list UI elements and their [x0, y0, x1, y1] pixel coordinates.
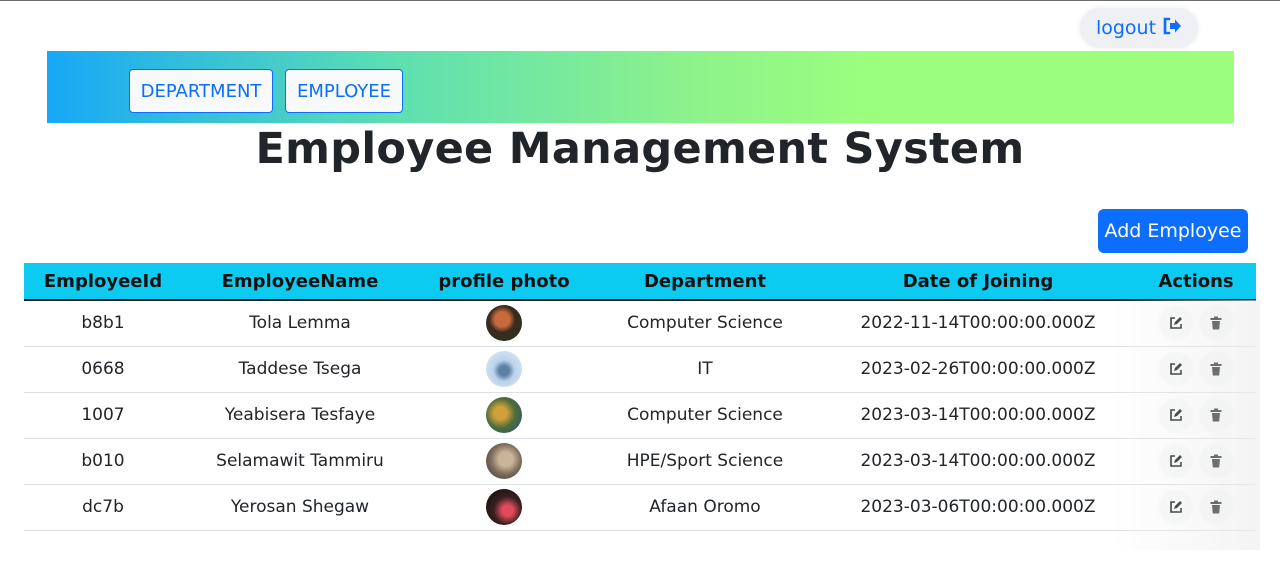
- cell-profile-photo: [418, 392, 590, 439]
- avatar: [486, 305, 522, 342]
- delete-button[interactable]: [1200, 445, 1232, 477]
- column-header-profile-photo: profile photo: [438, 270, 570, 292]
- cell-date-of-joining: 2023-03-06T00:00:00.000Z: [820, 484, 1136, 531]
- trash-icon: [1210, 454, 1222, 468]
- column-header-department: Department: [643, 270, 767, 292]
- nav-department-button[interactable]: DEPARTMENT: [129, 69, 273, 113]
- edit-button[interactable]: [1160, 445, 1192, 477]
- add-employee-button[interactable]: Add Employee: [1098, 209, 1248, 253]
- cell-department: Afaan Oromo: [590, 484, 820, 531]
- cell-employee-name: Yeabisera Tesfaye: [182, 392, 418, 439]
- avatar: [486, 397, 522, 433]
- cell-department: Computer Science: [590, 300, 820, 347]
- table-row: 1007 Yeabisera Tesfaye Computer Science …: [24, 392, 1256, 439]
- column-header-actions: Actions: [1158, 270, 1234, 292]
- cell-employee-name: Tola Lemma: [182, 300, 418, 347]
- table-row: b010 Selamawit Tammiru HPE/Sport Science…: [24, 438, 1256, 485]
- avatar: [486, 443, 522, 479]
- cell-date-of-joining: 2023-03-14T00:00:00.000Z: [820, 392, 1136, 439]
- edit-icon: [1170, 363, 1182, 375]
- table-row: b8b1 Tola Lemma Computer Science 2022-11…: [24, 300, 1256, 347]
- edit-icon: [1170, 501, 1182, 513]
- cell-profile-photo: [418, 438, 590, 485]
- employee-table: EmployeeId EmployeeName profile photo De…: [24, 263, 1256, 531]
- column-header-employee-id: EmployeeId: [43, 270, 163, 292]
- delete-button[interactable]: [1200, 353, 1232, 385]
- edit-icon: [1170, 455, 1182, 467]
- delete-button[interactable]: [1200, 399, 1232, 431]
- delete-button[interactable]: [1200, 307, 1232, 340]
- cell-employee-id: b8b1: [24, 300, 182, 347]
- trash-icon: [1210, 316, 1222, 330]
- cell-profile-photo: [418, 346, 590, 393]
- cell-date-of-joining: 2023-03-14T00:00:00.000Z: [820, 438, 1136, 485]
- cell-profile-photo: [418, 300, 590, 347]
- delete-button[interactable]: [1200, 491, 1232, 523]
- cell-department: Computer Science: [590, 392, 820, 439]
- cell-employee-id: 0668: [24, 346, 182, 393]
- cell-profile-photo: [418, 484, 590, 531]
- table-row: dc7b Yerosan Shegaw Afaan Oromo 2023-03-…: [24, 484, 1256, 531]
- cell-actions: [1136, 300, 1256, 347]
- cell-actions: [1136, 438, 1256, 485]
- nav-employee-button[interactable]: EMPLOYEE: [285, 69, 403, 113]
- cell-employee-id: 1007: [24, 392, 182, 439]
- sign-out-icon: [1162, 17, 1182, 40]
- cell-actions: [1136, 392, 1256, 439]
- cell-employee-name: Selamawit Tammiru: [182, 438, 418, 485]
- table-header-row: EmployeeId EmployeeName profile photo De…: [24, 263, 1256, 300]
- top-navbar: DEPARTMENT EMPLOYEE: [47, 51, 1234, 123]
- column-header-employee-name: EmployeeName: [221, 270, 379, 292]
- cell-employee-name: Taddese Tsega: [182, 346, 418, 393]
- avatar: [486, 351, 522, 387]
- trash-icon: [1210, 362, 1222, 376]
- cell-actions: [1136, 484, 1256, 531]
- logout-button[interactable]: logout: [1080, 8, 1198, 48]
- column-header-date-of-joining: Date of Joining: [902, 270, 1054, 292]
- page-title: Employee Management System: [255, 124, 1025, 174]
- cell-employee-name: Yerosan Shegaw: [182, 484, 418, 531]
- cell-date-of-joining: 2022-11-14T00:00:00.000Z: [820, 300, 1136, 347]
- cell-actions: [1136, 346, 1256, 393]
- edit-button[interactable]: [1160, 399, 1192, 431]
- trash-icon: [1210, 408, 1222, 422]
- trash-icon: [1210, 500, 1222, 514]
- edit-button[interactable]: [1160, 353, 1192, 385]
- edit-button[interactable]: [1160, 491, 1192, 523]
- top-border: [0, 0, 1280, 1]
- cell-date-of-joining: 2023-02-26T00:00:00.000Z: [820, 346, 1136, 393]
- cell-department: HPE/Sport Science: [590, 438, 820, 485]
- table-row: 0668 Taddese Tsega IT 2023-02-26T00:00:0…: [24, 346, 1256, 393]
- cell-employee-id: b010: [24, 438, 182, 485]
- cell-employee-id: dc7b: [24, 484, 182, 531]
- cell-department: IT: [590, 346, 820, 393]
- logout-label: logout: [1095, 17, 1157, 39]
- edit-icon: [1170, 317, 1182, 330]
- edit-icon: [1170, 409, 1182, 421]
- edit-button[interactable]: [1160, 307, 1192, 340]
- avatar: [486, 489, 522, 525]
